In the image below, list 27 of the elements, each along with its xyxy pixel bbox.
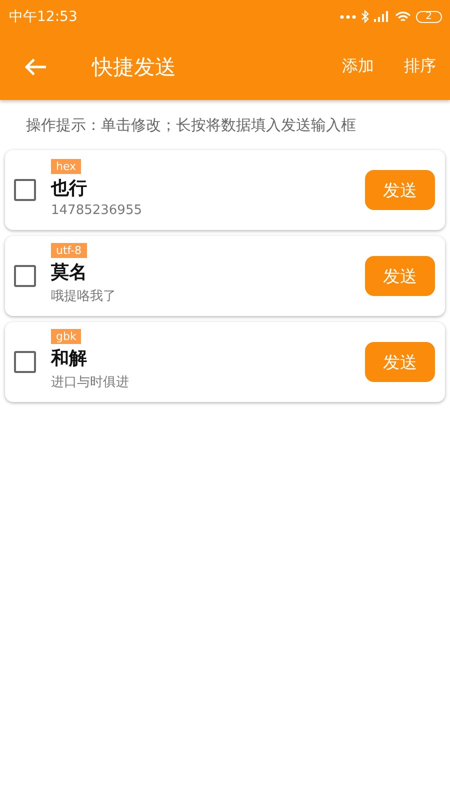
item-content: 哦提咯我了: [51, 288, 116, 305]
hint-text: 操作提示：单击修改；长按将数据填入发送输入框: [25, 115, 357, 135]
checkbox[interactable]: [14, 179, 36, 201]
message-card[interactable]: gbk 和解 进口与时俱进 发送: [5, 322, 445, 402]
signal-icon: [374, 11, 390, 22]
item-name: 莫名: [51, 261, 87, 284]
checkbox[interactable]: [14, 351, 36, 373]
encoding-tag: utf-8: [51, 243, 87, 258]
item-content: 14785236955: [51, 202, 142, 218]
item-name: 和解: [51, 347, 87, 370]
toolbar-action[interactable]: 添加: [312, 56, 374, 77]
send-button[interactable]: 发送: [365, 342, 435, 382]
encoding-tag: hex: [51, 158, 82, 174]
status-time: 中午12:53: [9, 8, 78, 26]
bluetooth-icon: [360, 10, 369, 23]
wifi-icon: [394, 10, 411, 22]
encoding-tag: gbk: [51, 329, 82, 344]
send-button[interactable]: 发送: [365, 170, 435, 210]
message-card[interactable]: hex 也行 14785236955 发送: [5, 150, 445, 230]
screen-title: 快捷发送: [92, 54, 176, 80]
message-card[interactable]: utf-8 莫名 哦提咯我了 发送: [5, 236, 445, 316]
item-name: 也行: [51, 176, 87, 200]
checkbox[interactable]: [14, 265, 36, 287]
more-dots-icon: [340, 14, 356, 18]
item-content: 进口与时俱进: [51, 374, 129, 391]
toolbar-action[interactable]: 排序: [374, 56, 436, 77]
send-button[interactable]: 发送: [365, 256, 435, 296]
